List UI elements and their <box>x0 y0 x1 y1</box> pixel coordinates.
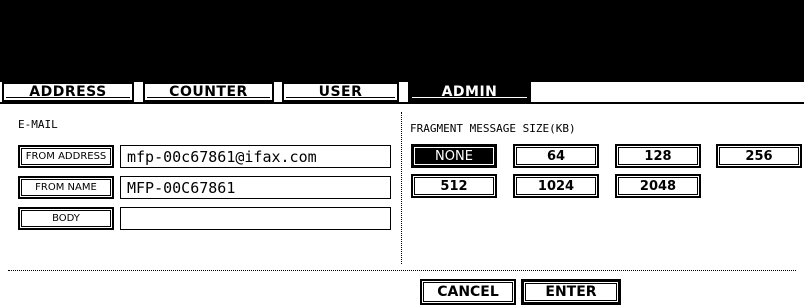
top-panel-bar <box>0 0 804 82</box>
section-divider-horizontal <box>8 270 796 271</box>
enter-button[interactable]: ENTER <box>521 279 621 305</box>
fragment-size-1024-button[interactable]: 1024 <box>513 174 599 198</box>
fragment-size-64-button[interactable]: 64 <box>513 144 599 168</box>
section-divider-vertical <box>401 112 402 264</box>
tab-admin[interactable]: ADMIN <box>408 82 531 102</box>
fragment-size-none-button[interactable]: NONE <box>411 144 497 168</box>
email-section-label: E-MAIL <box>18 118 58 131</box>
from-address-button[interactable]: FROM ADDRESS <box>18 145 114 168</box>
tab-user[interactable]: USER <box>282 82 399 102</box>
fragment-size-128-button[interactable]: 128 <box>615 144 701 168</box>
from-name-button[interactable]: FROM NAME <box>18 176 114 199</box>
tab-bar: ADDRESS COUNTER USER ADMIN <box>0 82 804 104</box>
tab-address[interactable]: ADDRESS <box>2 82 134 102</box>
tab-counter[interactable]: COUNTER <box>143 82 274 102</box>
fragment-section-label: FRAGMENT MESSAGE SIZE(KB) <box>410 122 576 135</box>
fragment-size-512-button[interactable]: 512 <box>411 174 497 198</box>
fragment-size-256-button[interactable]: 256 <box>716 144 802 168</box>
tab-underline <box>0 102 804 104</box>
from-name-field[interactable]: MFP-00C67861 <box>120 176 391 199</box>
body-button[interactable]: BODY <box>18 207 114 230</box>
cancel-button[interactable]: CANCEL <box>420 279 516 305</box>
from-address-field[interactable]: mfp-00c67861@ifax.com <box>120 145 391 168</box>
body-field[interactable] <box>120 207 391 230</box>
fragment-size-2048-button[interactable]: 2048 <box>615 174 701 198</box>
